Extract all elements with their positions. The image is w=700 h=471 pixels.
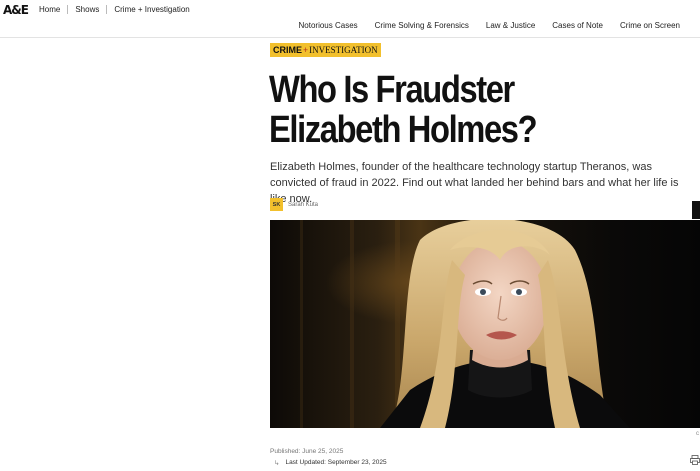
nav-home[interactable]: Home xyxy=(39,5,60,14)
section-cases-of-note[interactable]: Cases of Note xyxy=(552,21,603,30)
site-logo[interactable]: A&E xyxy=(3,3,29,17)
author-name[interactable]: Sarah Kuta xyxy=(288,202,318,208)
updated-date-row: ↳ Last Updated: September 23, 2025 xyxy=(274,459,387,467)
nav-divider xyxy=(67,5,69,15)
updated-date: Last Updated: September 23, 2025 xyxy=(285,459,387,466)
nav-shows[interactable]: Shows xyxy=(75,5,99,14)
portrait-photo xyxy=(270,220,700,428)
byline: SK Sarah Kuta xyxy=(270,198,318,211)
top-bar: A&E Home Shows Crime + Investigation xyxy=(0,0,700,20)
print-icon[interactable] xyxy=(690,455,700,465)
section-crime-solving[interactable]: Crime Solving & Forensics xyxy=(375,21,469,30)
side-widget[interactable] xyxy=(692,201,700,219)
top-nav: Home Shows Crime + Investigation xyxy=(39,5,190,15)
section-nav: Notorious Cases Crime Solving & Forensic… xyxy=(299,21,680,30)
photo-credit-mark: c xyxy=(696,431,699,437)
header-divider xyxy=(0,37,700,38)
tag-plus: + xyxy=(303,45,309,55)
category-tag[interactable]: CRIME+INVESTIGATION xyxy=(270,43,381,57)
nav-crime-investigation[interactable]: Crime + Investigation xyxy=(114,5,189,14)
tag-investigation: INVESTIGATION xyxy=(309,45,378,55)
author-avatar[interactable]: SK xyxy=(270,198,283,211)
article-dek: Elizabeth Holmes, founder of the healthc… xyxy=(270,161,679,205)
section-notorious-cases[interactable]: Notorious Cases xyxy=(299,21,358,30)
published-date: Published: June 25, 2025 xyxy=(270,448,344,455)
nav-divider xyxy=(106,5,108,15)
article-headline: Who Is Fraudster Elizabeth Holmes? xyxy=(269,69,538,151)
tag-crime: CRIME xyxy=(273,45,302,55)
return-arrow-icon: ↳ xyxy=(274,460,280,467)
section-crime-on-screen[interactable]: Crime on Screen xyxy=(620,21,680,30)
hero-image xyxy=(270,220,700,428)
section-law-justice[interactable]: Law & Justice xyxy=(486,21,535,30)
